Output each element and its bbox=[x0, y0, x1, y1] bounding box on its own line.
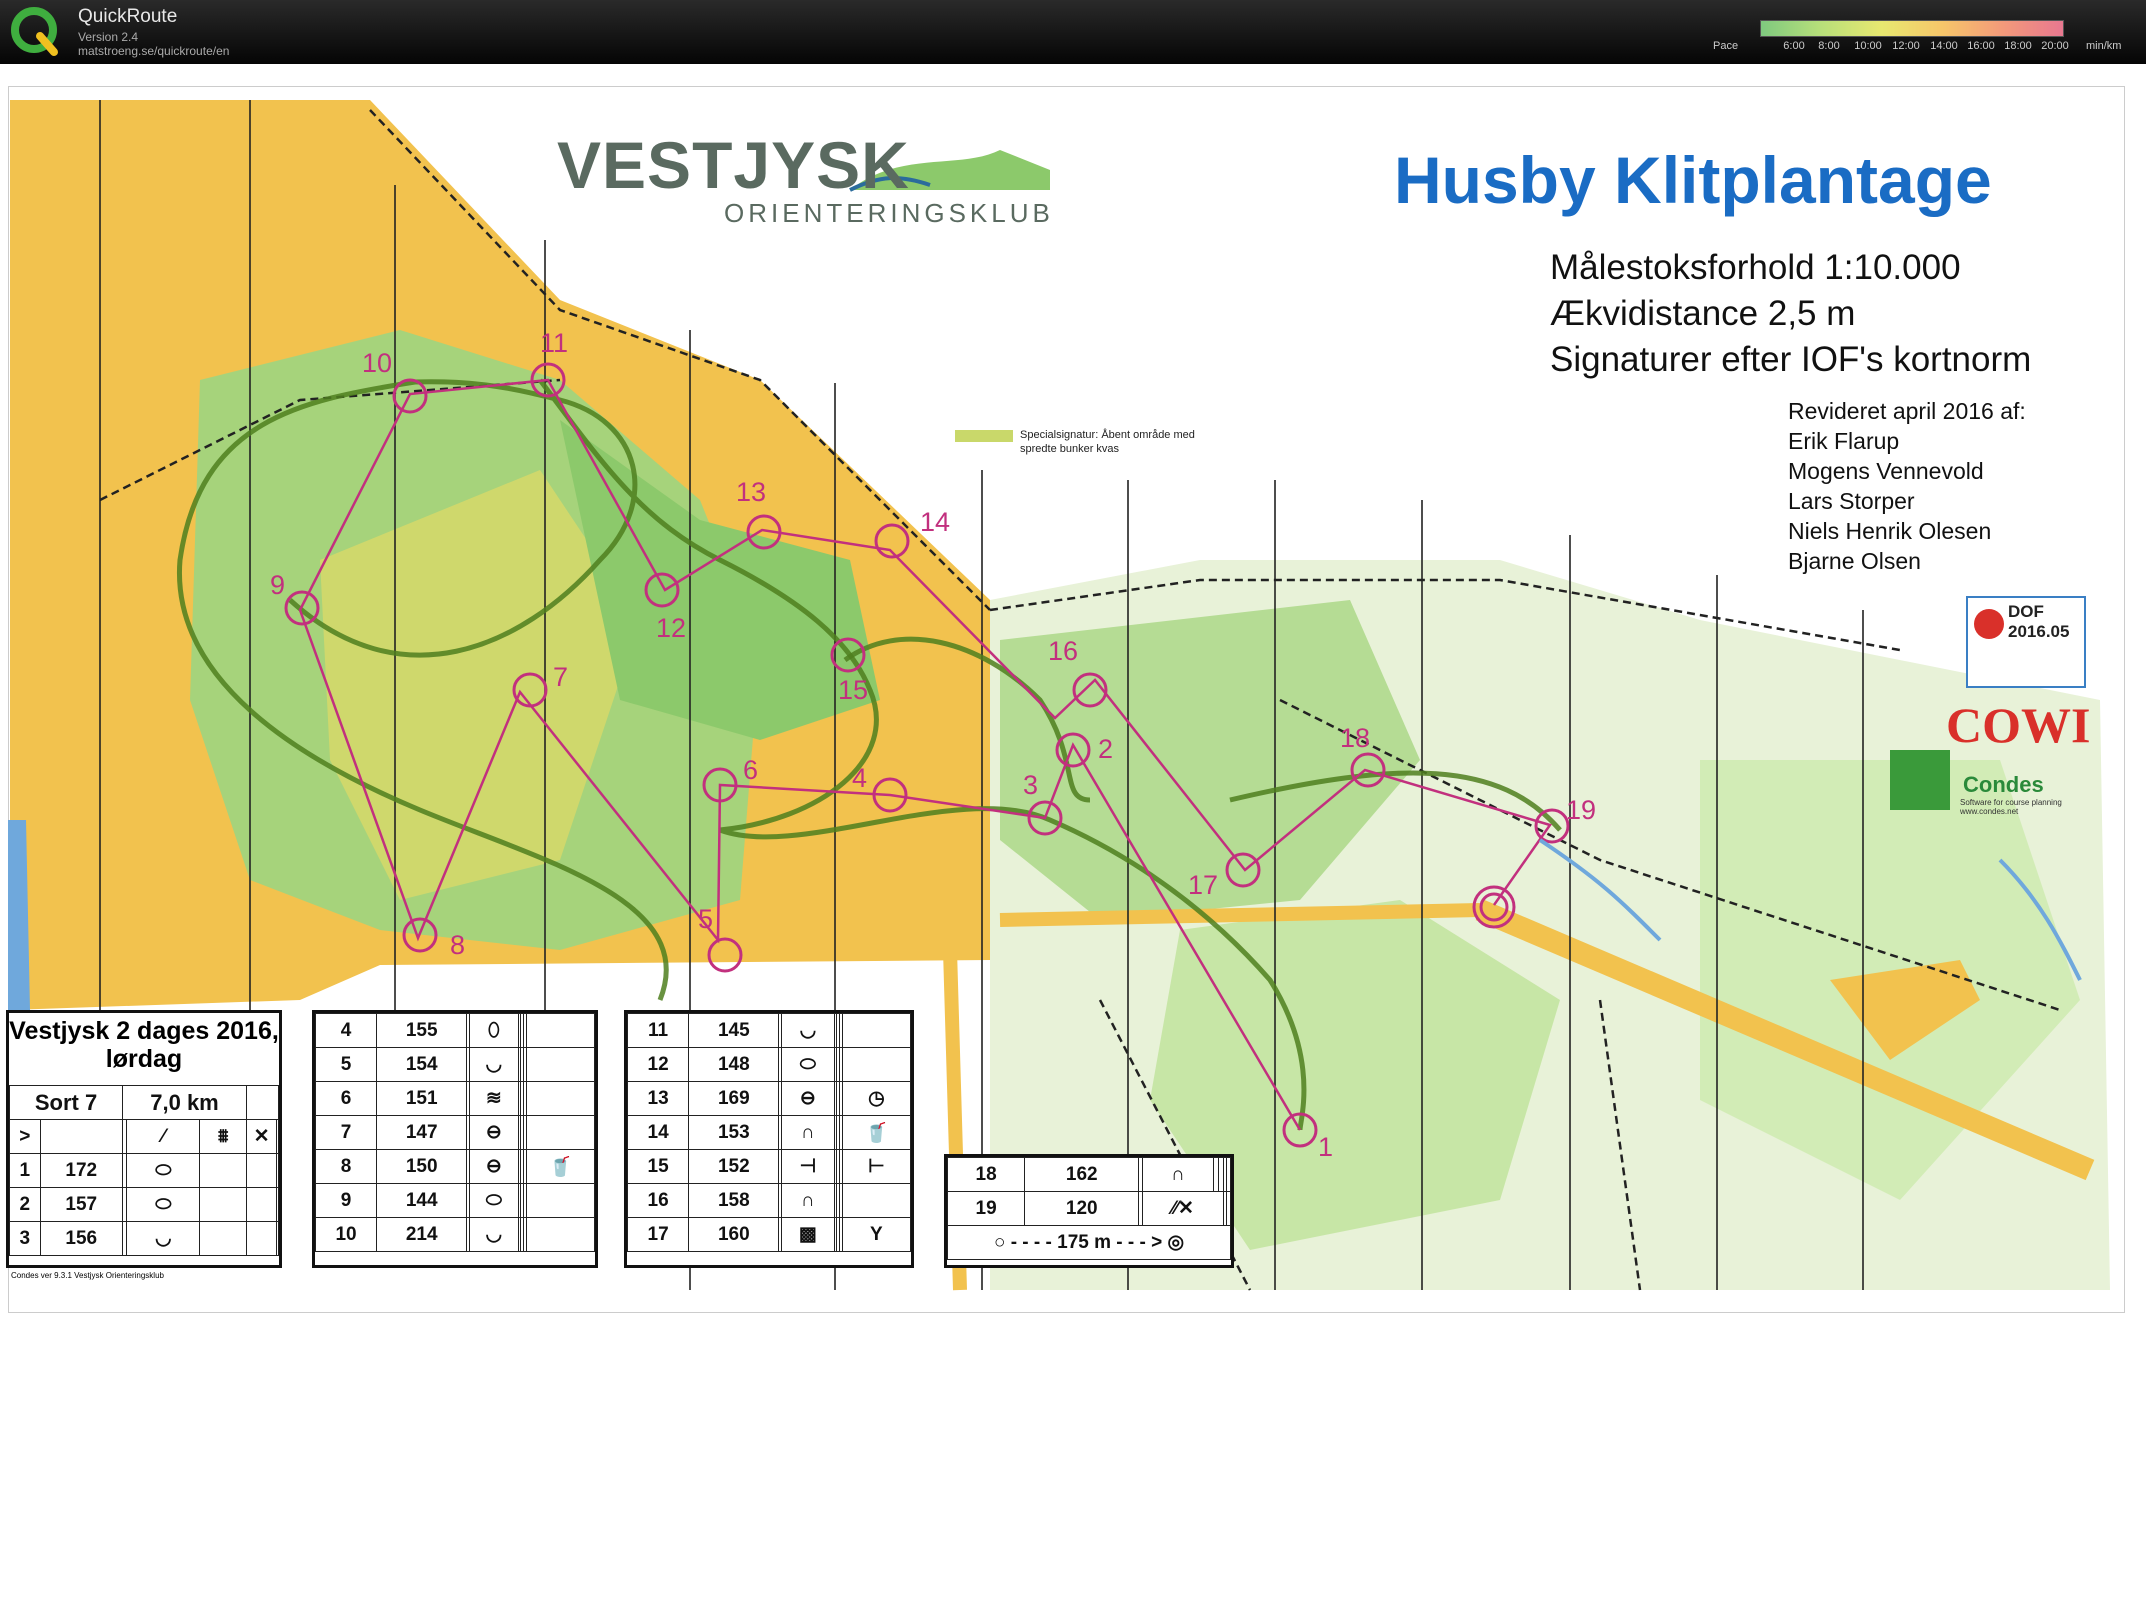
dof-badge: DOF 2016.05 bbox=[1966, 596, 2086, 688]
control-row: 7 147 ⊖ bbox=[314, 1115, 596, 1150]
club-name: VESTJYSK bbox=[557, 128, 910, 202]
control-row: 15 152 ⊣ ⊢ bbox=[626, 1149, 912, 1184]
finish-row: ○ - - - - 175 m - - - > ◎ bbox=[947, 1225, 1231, 1260]
reviser: Bjarne Olsen bbox=[1788, 548, 1921, 574]
special-symbol-legend: Specialsignatur: Åbent område med spredt… bbox=[1020, 429, 1195, 455]
control-row: 3 156 ◡ bbox=[9, 1221, 279, 1256]
control-number: 4 bbox=[852, 763, 868, 793]
control-number: 15 bbox=[838, 675, 869, 705]
condes-subtitle: Software for course planning www.condes.… bbox=[1960, 798, 2062, 816]
reviser: Erik Flarup bbox=[1788, 428, 1900, 454]
map-scale: Målestoksforhold 1:10.000 bbox=[1550, 248, 1961, 287]
dof-text: DOF 2016.05 bbox=[2008, 602, 2070, 641]
control-row: 19 120 ⁄⁄✕ bbox=[946, 1191, 1231, 1226]
course-name: Sort 7 bbox=[8, 1085, 124, 1120]
condes-logo: Condes bbox=[1963, 772, 2044, 797]
control-row: 5 154 ◡ bbox=[314, 1047, 596, 1082]
control-row: 12 148 ⬭ bbox=[626, 1047, 912, 1082]
control-row: 18 162 ∩ bbox=[946, 1157, 1231, 1192]
control-row: 6 151 ≋ bbox=[314, 1081, 596, 1116]
map-contour-interval: Ækvidistance 2,5 m bbox=[1550, 294, 1856, 333]
control-number: 16 bbox=[1048, 636, 1079, 666]
control-row: 16 158 ∩ bbox=[626, 1183, 912, 1218]
control-number: 12 bbox=[656, 613, 687, 643]
control-number: 3 bbox=[1023, 770, 1039, 800]
control-row: 13 169 ⊖ ◷ bbox=[626, 1081, 912, 1116]
finish-distance: 175 m bbox=[1057, 1232, 1111, 1253]
control-number: 2 bbox=[1098, 734, 1114, 764]
control-number: 17 bbox=[1188, 870, 1219, 900]
control-number: 18 bbox=[1340, 723, 1371, 753]
map-drawing bbox=[8, 100, 2110, 1291]
control-description-sheet-2: 4 155 ⬯ 5 154 ◡ 6 151 ≋ 7 147 ⊖ 8 150 ⊖ 🥤 9 144 ⬭ 10 2… bbox=[312, 1010, 598, 1268]
control-number: 5 bbox=[698, 904, 714, 934]
map-title: Husby Klitplantage bbox=[1394, 143, 1992, 217]
reviser: Niels Henrik Olesen bbox=[1788, 518, 1992, 544]
control-row: 11 145 ◡ bbox=[626, 1013, 912, 1048]
marsh-icon: ⩩ bbox=[199, 1119, 247, 1154]
control-row: 10 214 ◡ bbox=[314, 1217, 596, 1252]
control-description-sheet-3: 11 145 ◡ 12 148 ⬭ 13 169 ⊖ ◷ 14 153 ∩ 🥤 15 152 ⊣ ⊢ 16… bbox=[624, 1010, 914, 1268]
reviser: Mogens Vennevold bbox=[1788, 458, 1984, 484]
control-row: 4 155 ⬯ bbox=[314, 1013, 596, 1048]
control-number: 7 bbox=[553, 662, 569, 692]
control-row: 9 144 ⬭ bbox=[314, 1183, 596, 1218]
control-number: 1 bbox=[1318, 1132, 1334, 1162]
green-patch bbox=[1890, 750, 1950, 810]
control-number: 9 bbox=[270, 570, 286, 600]
control-row: 17 160 ▩ Y bbox=[626, 1217, 912, 1252]
control-number: 6 bbox=[743, 755, 759, 785]
control-number: 13 bbox=[736, 477, 767, 507]
control-row: 2 157 ⬭ bbox=[9, 1187, 279, 1222]
control-description-sheet-1: Vestjysk 2 dages 2016, lørdag Sort 7 7,0… bbox=[6, 1010, 282, 1280]
control-row: 14 153 ∩ 🥤 bbox=[626, 1115, 912, 1150]
control-row: 1 172 ⬭ bbox=[9, 1153, 279, 1188]
map-symbol-norm: Signaturer efter IOF's kortnorm bbox=[1550, 340, 2032, 379]
road bbox=[999, 903, 1481, 927]
control-description-sheet-4: 18 162 ∩ 19 120 ⁄⁄✕ ○ - - - - 175 m - - - > … bbox=[944, 1154, 1234, 1268]
control-number: 8 bbox=[450, 930, 466, 960]
cowi-logo: COWI bbox=[1946, 697, 2091, 753]
course-length: 7,0 km bbox=[122, 1085, 247, 1120]
club-subtitle: ORIENTERINGSKLUB bbox=[724, 198, 1054, 228]
control-number: 19 bbox=[1566, 795, 1597, 825]
reviser: Lars Storper bbox=[1788, 488, 1915, 514]
control-number: 11 bbox=[540, 328, 569, 358]
start-symbol-icon: > bbox=[9, 1119, 41, 1154]
control-row: 8 150 ⊖ 🥤 bbox=[314, 1149, 596, 1184]
special-symbol-swatch bbox=[955, 430, 1013, 442]
description-footer: Condes ver 9.3.1 Vestjysk Orienteringskl… bbox=[11, 1271, 164, 1280]
control-number: 14 bbox=[920, 507, 951, 537]
revised-label: Revideret april 2016 af: bbox=[1788, 398, 2026, 424]
dof-stamp-icon bbox=[1974, 609, 2004, 639]
event-title: Vestjysk 2 dages 2016, lørdag bbox=[9, 1017, 279, 1073]
control-number: 10 bbox=[362, 348, 393, 378]
